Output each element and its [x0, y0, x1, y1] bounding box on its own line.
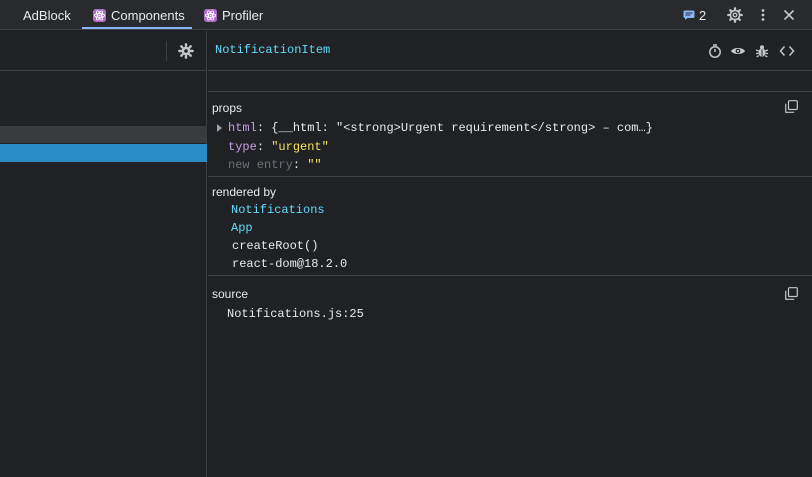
owner-link-notifications[interactable]: Notifications	[231, 203, 325, 217]
rendered-by-title: rendered by	[212, 185, 277, 199]
rendered-by-section: rendered by Notifications App createRoot…	[208, 178, 812, 276]
issues-count: 2	[699, 7, 707, 23]
close-devtools-button[interactable]	[781, 0, 797, 30]
active-tab-indicator	[82, 27, 192, 29]
prop-value: {__html: "<strong>Urgent requirement</st…	[271, 121, 653, 135]
props-section: props html: {__html: "<strong>Urgent req…	[208, 93, 812, 177]
toolbar-divider	[166, 41, 167, 61]
more-vert-icon	[761, 9, 765, 21]
owner-react-dom: react-dom@18.2.0	[232, 257, 348, 271]
copy-icon[interactable]	[785, 287, 798, 300]
copy-icon[interactable]	[785, 100, 798, 113]
props-title: props	[212, 101, 243, 115]
inspected-element-panel: NotificationItem props html: {__html: "<…	[208, 31, 812, 477]
tree-row-selected[interactable]	[0, 144, 207, 162]
react-icon	[93, 8, 106, 22]
prop-row-new-entry[interactable]: new entry: ""	[228, 158, 322, 172]
component-name: NotificationItem	[215, 43, 331, 57]
source-location[interactable]: Notifications.js:25	[227, 307, 364, 321]
tab-adblock[interactable]: AdBlock	[23, 0, 71, 30]
more-options-button[interactable]	[755, 0, 771, 30]
settings-button[interactable]	[727, 0, 743, 30]
stopwatch-icon[interactable]	[707, 43, 723, 59]
gear-icon[interactable]	[178, 43, 194, 59]
gear-icon	[727, 7, 743, 23]
eye-icon[interactable]	[730, 43, 746, 59]
owner-link-app[interactable]: App	[231, 221, 253, 235]
devtools-tabbar: AdBlock Components Profiler 2	[0, 0, 812, 30]
inspected-element-header: NotificationItem	[208, 31, 812, 71]
source-title: source	[212, 287, 249, 301]
tree-toolbar	[0, 31, 207, 71]
tab-adblock-label: AdBlock	[23, 7, 71, 23]
expand-arrow-icon[interactable]	[217, 124, 222, 132]
tree-row-owner-highlight[interactable]	[0, 126, 207, 143]
bug-icon[interactable]	[754, 43, 770, 59]
new-entry-value-input[interactable]: ""	[307, 158, 321, 172]
tab-profiler-label: Profiler	[222, 7, 264, 23]
code-icon[interactable]	[779, 43, 795, 59]
new-entry-key-input[interactable]: new entry	[228, 158, 293, 172]
prop-key: type	[228, 140, 257, 154]
source-section: source Notifications.js:25	[208, 277, 812, 337]
header-divider-strip	[208, 72, 812, 92]
tab-profiler[interactable]: Profiler	[204, 0, 263, 30]
prop-key: html	[228, 121, 257, 135]
component-tree-panel	[0, 31, 207, 477]
tab-components[interactable]: Components	[93, 0, 185, 30]
message-icon	[683, 10, 695, 20]
owner-create-root: createRoot()	[232, 239, 319, 253]
prop-row-type[interactable]: type: "urgent"	[228, 140, 329, 154]
react-icon	[204, 8, 217, 22]
tab-components-label: Components	[111, 7, 185, 23]
issues-counter-button[interactable]: 2	[683, 0, 706, 30]
prop-value[interactable]: "urgent"	[271, 140, 329, 154]
close-icon	[783, 9, 795, 21]
